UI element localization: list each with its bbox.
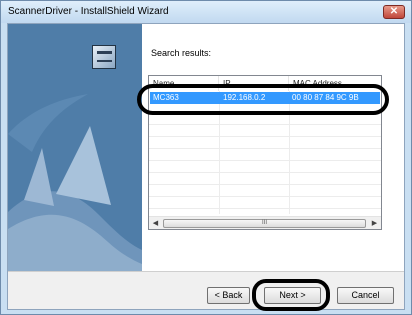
next-button-highlight-annotation <box>252 279 330 311</box>
empty-row <box>149 126 381 137</box>
wizard-client-area: Search results: Name IP MAC Address MC36… <box>7 23 405 310</box>
close-button[interactable]: ✕ <box>383 5 405 19</box>
installshield-window: ScannerDriver - InstallShield Wizard ✕ S… <box>0 0 412 315</box>
empty-row <box>149 138 381 149</box>
scroll-thumb[interactable]: III <box>163 219 366 228</box>
content-panel: Search results: Name IP MAC Address MC36… <box>142 24 404 271</box>
empty-row <box>149 162 381 173</box>
empty-row <box>149 174 381 185</box>
search-results-heading: Search results: <box>151 48 212 58</box>
empty-row <box>149 150 381 161</box>
selection-highlight-annotation <box>137 84 389 115</box>
wizard-side-panel <box>8 24 142 271</box>
wizard-footer: < Back Next > Cancel <box>8 271 404 309</box>
empty-row <box>149 114 381 125</box>
empty-row <box>149 198 381 209</box>
horizontal-scrollbar[interactable]: ◀ III ▶ <box>149 216 381 229</box>
installshield-logo-icon <box>92 45 116 69</box>
cancel-button[interactable]: Cancel <box>337 287 394 304</box>
wizard-decoration-graphic <box>8 94 142 271</box>
window-title: ScannerDriver - InstallShield Wizard <box>8 6 169 17</box>
title-bar: ScannerDriver - InstallShield Wizard ✕ <box>1 1 411 23</box>
scroll-right-icon[interactable]: ▶ <box>369 218 380 229</box>
scroll-left-icon[interactable]: ◀ <box>150 218 161 229</box>
empty-row <box>149 186 381 197</box>
back-button[interactable]: < Back <box>207 287 250 304</box>
